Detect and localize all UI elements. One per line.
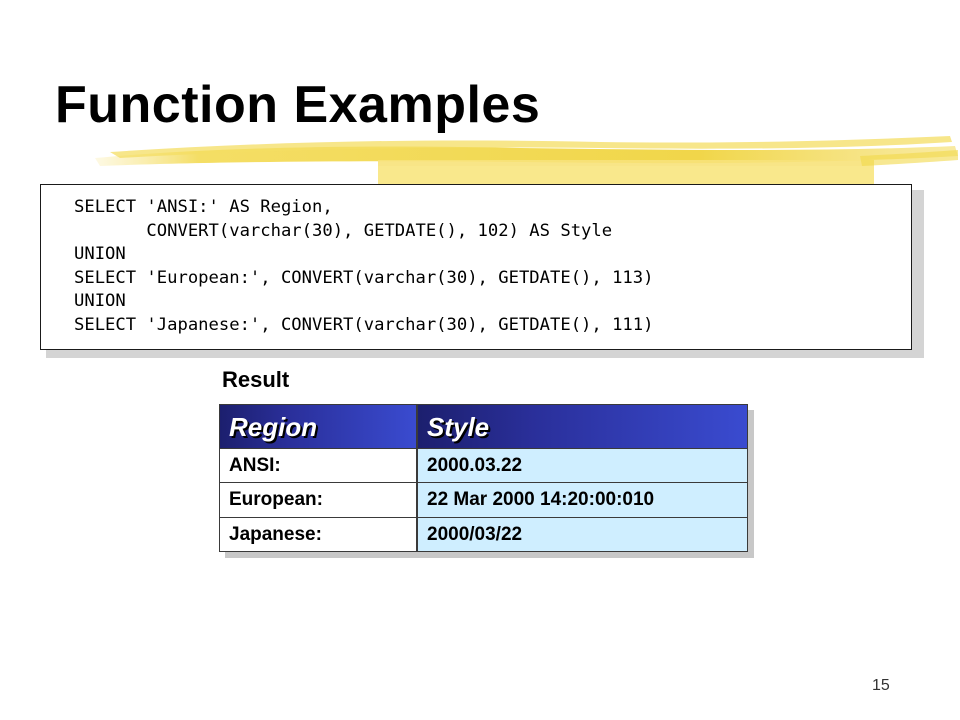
sql-code-box: SELECT 'ANSI:' AS Region, CONVERT(varcha… xyxy=(40,184,912,350)
table-cell: European: xyxy=(219,483,417,518)
cell-text: Japanese: xyxy=(229,523,322,545)
code-line: SELECT 'European:', CONVERT(varchar(30),… xyxy=(74,267,654,288)
code-line: UNION xyxy=(74,291,126,312)
column-header-label: Style xyxy=(427,412,490,442)
cell-text: ANSI: xyxy=(229,455,281,476)
cell-text: 2000/03/22 xyxy=(427,523,523,545)
cell-text: European: xyxy=(229,489,323,511)
page-number: 15 xyxy=(872,677,890,694)
code-line: SELECT 'Japanese:', CONVERT(varchar(30),… xyxy=(74,314,654,335)
code-line: SELECT 'ANSI:' AS Region, xyxy=(74,197,333,217)
code-line: UNION xyxy=(74,244,126,265)
result-label: Result xyxy=(222,367,290,392)
region-column: Region ANSI: European: Japanese: xyxy=(219,404,417,552)
code-line: CONVERT(varchar(30), GETDATE(), 102) AS … xyxy=(74,220,613,241)
table-cell: 2000.03.22 xyxy=(417,449,748,484)
table-cell: 2000/03/22 xyxy=(417,517,748,552)
table-cell: Japanese: xyxy=(219,517,417,552)
sql-code: SELECT 'ANSI:' AS Region, CONVERT(varcha… xyxy=(74,196,653,338)
table-cell: ANSI: xyxy=(219,449,417,484)
column-header-style: Style xyxy=(417,404,748,449)
column-header-region: Region xyxy=(219,404,417,449)
column-header-label: Region xyxy=(229,412,318,442)
table-cell: 22 Mar 2000 14:20:00:010 xyxy=(417,483,748,518)
style-column: Style 2000.03.22 22 Mar 2000 14:20:00:01… xyxy=(417,404,748,552)
slide-title: Function Examples xyxy=(55,76,541,134)
cell-text: 2000.03.22 xyxy=(427,455,523,476)
cell-text: 22 Mar 2000 14:20:00:010 xyxy=(427,489,655,511)
